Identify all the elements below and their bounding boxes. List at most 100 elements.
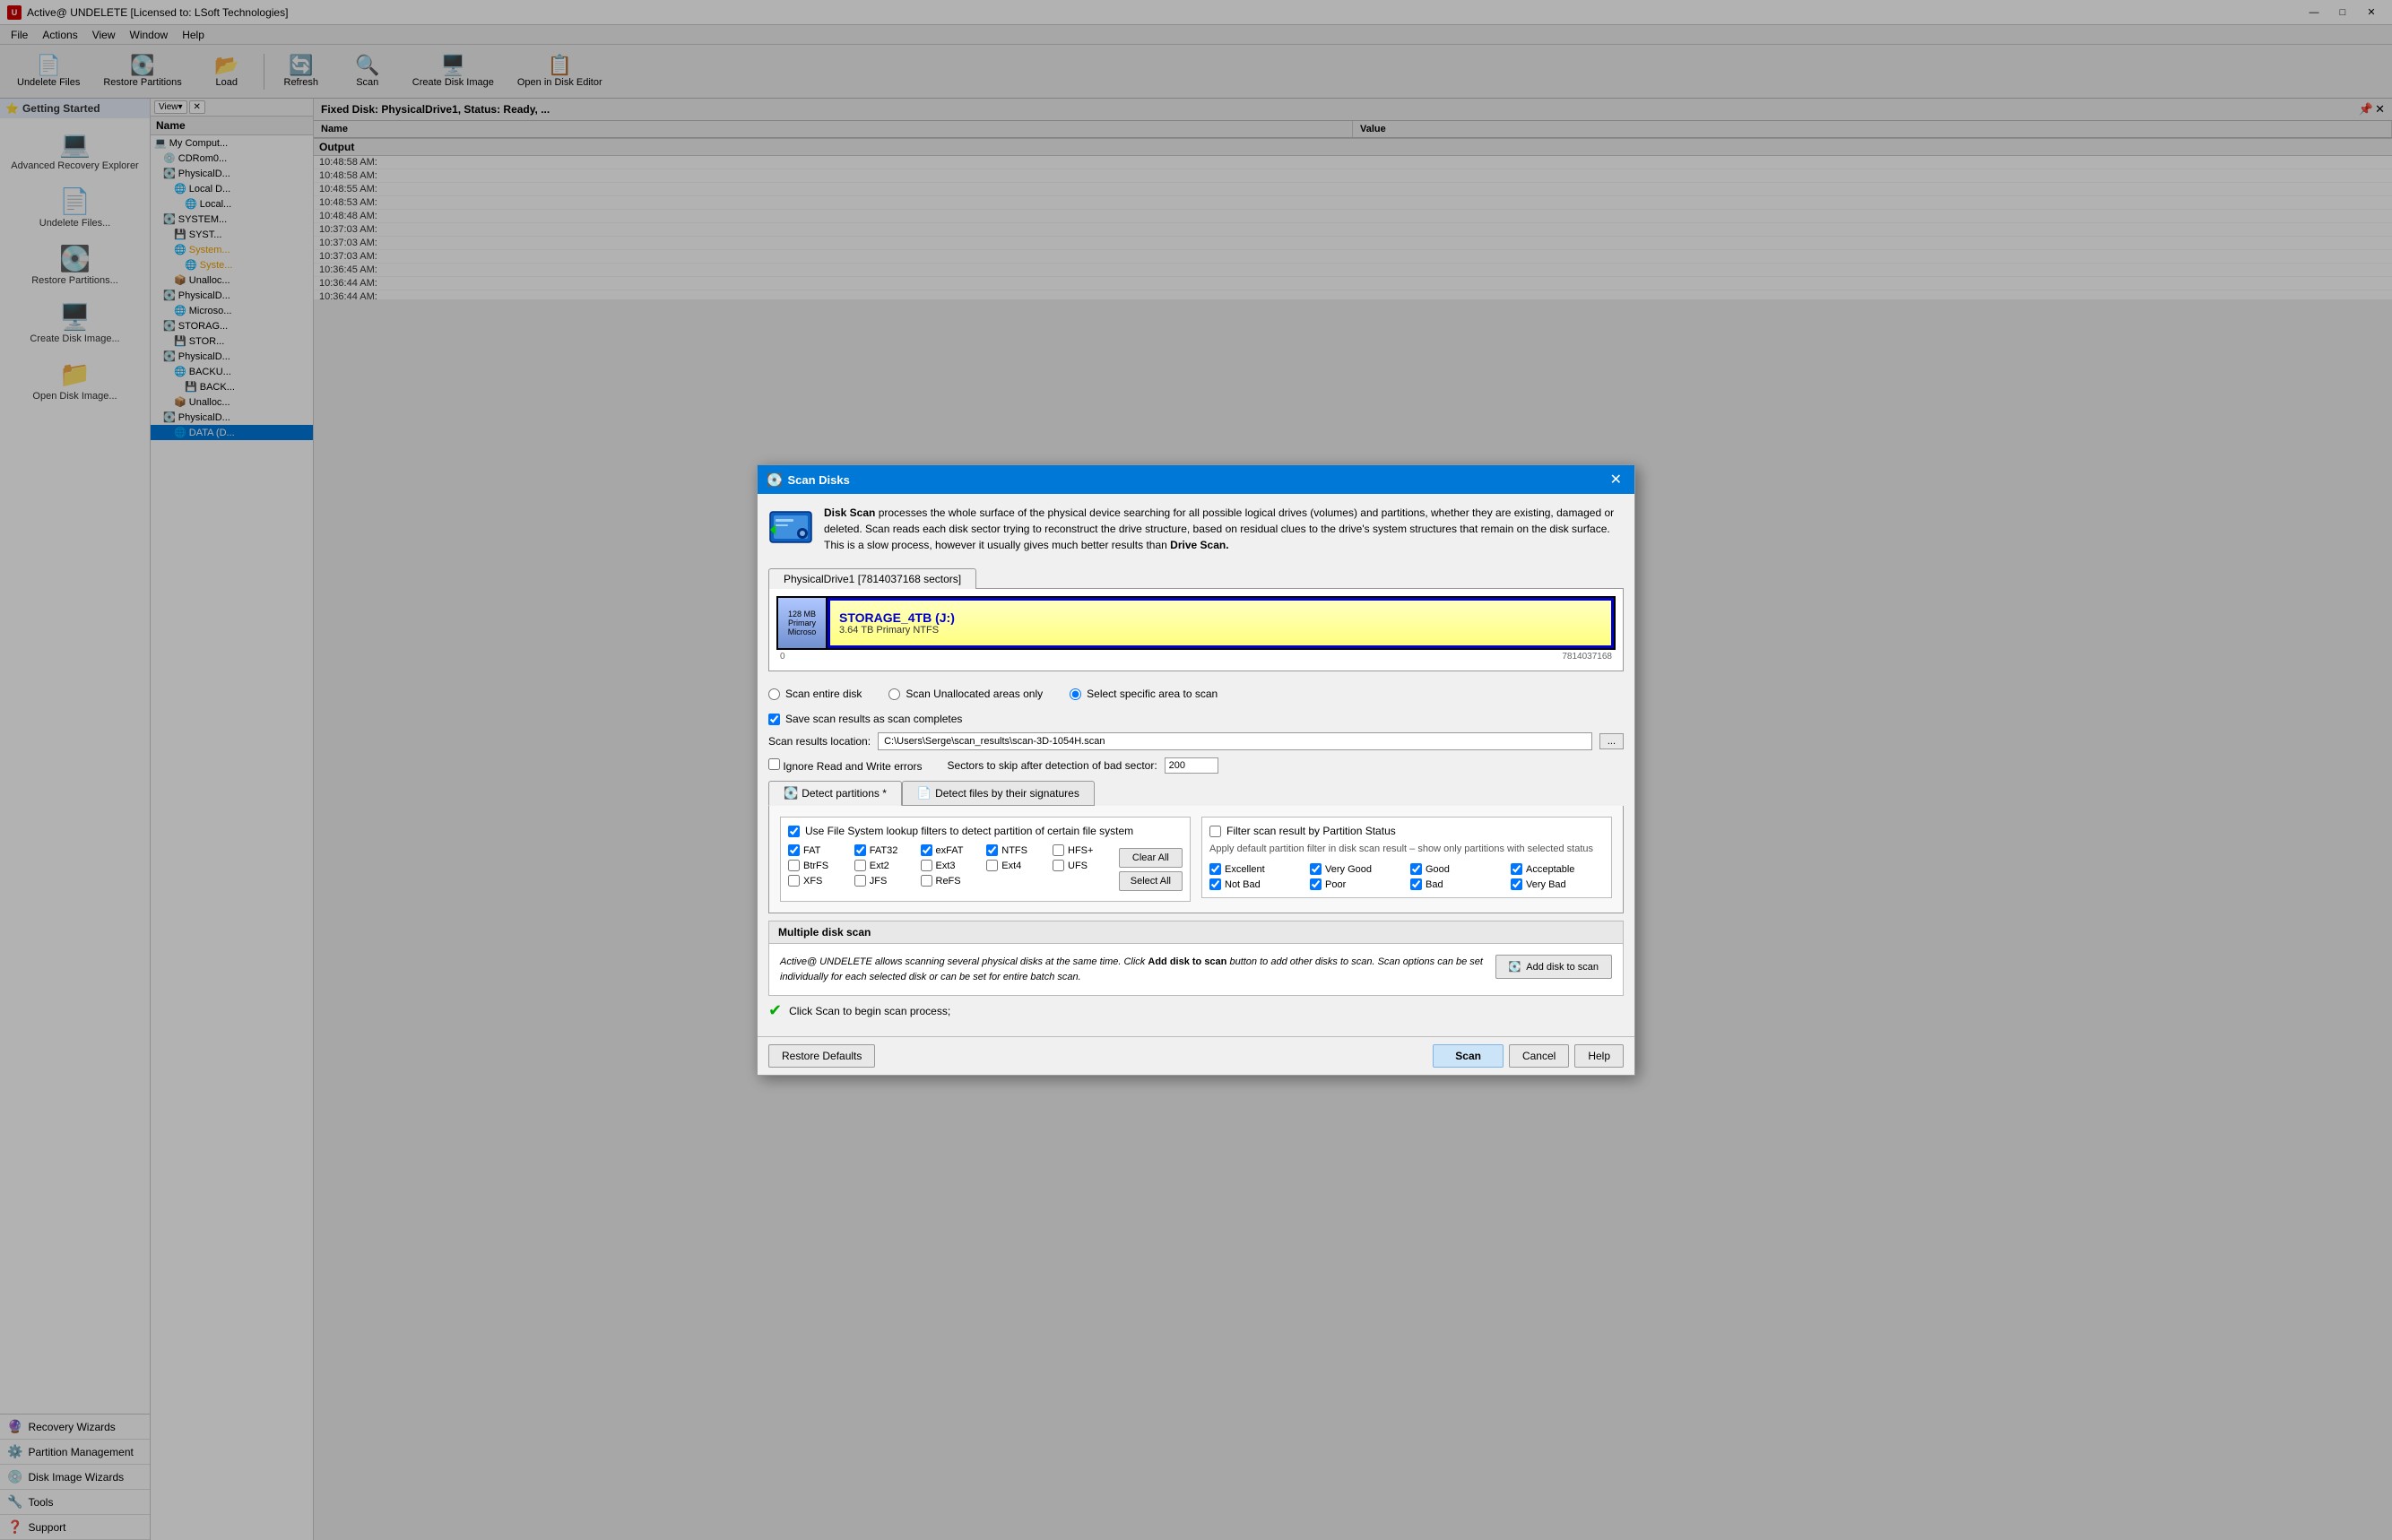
sectors-skip-label: Sectors to skip after detection of bad s… [948, 759, 1157, 772]
ps-good-item[interactable]: Good [1410, 863, 1504, 875]
scan-specific-radio[interactable] [1070, 688, 1081, 700]
tab-detect-partitions[interactable]: 💽 Detect partitions * [768, 781, 902, 806]
multiple-disk-header[interactable]: Multiple disk scan [769, 921, 1623, 944]
fs-exfat-item[interactable]: exFAT [921, 844, 980, 856]
ignore-errors-text: Ignore Read and Write errors [783, 760, 922, 773]
fs-fat32-checkbox[interactable] [854, 844, 866, 856]
fs-main-checkbox: Use File System lookup filters to detect… [788, 825, 1183, 837]
disk-scan-bold-1: Disk Scan [824, 506, 875, 519]
scan-location-input[interactable] [878, 732, 1592, 750]
ps-very-bad-item[interactable]: Very Bad [1511, 878, 1604, 890]
scan-unallocated-radio[interactable] [888, 688, 900, 700]
fs-main-label: Use File System lookup filters to detect… [805, 825, 1133, 837]
dialog-footer: Restore Defaults Scan Cancel Help [758, 1036, 1634, 1075]
tab-detect-partitions-label: Detect partitions * [802, 787, 887, 800]
status-text: Click Scan to begin scan process; [789, 1005, 950, 1017]
disk-partition-small: 128 MB Primary Microso [778, 598, 828, 648]
ps-excellent-checkbox[interactable] [1209, 863, 1221, 875]
save-results-checkbox[interactable] [768, 714, 780, 725]
fs-xfs-item[interactable]: XFS [788, 875, 847, 887]
dialog-close-button[interactable]: ✕ [1607, 471, 1625, 489]
fs-ufs-item[interactable]: UFS [1053, 860, 1112, 871]
tab-detect-files[interactable]: 📄 Detect files by their signatures [902, 781, 1095, 806]
ps-bad-checkbox[interactable] [1410, 878, 1422, 890]
fs-ntfs-item[interactable]: NTFS [986, 844, 1045, 856]
disk-partition-main-desc: 3.64 TB Primary NTFS [839, 625, 1602, 636]
scan-entire-disk-option[interactable]: Scan entire disk [768, 688, 862, 700]
fs-ext4-checkbox[interactable] [986, 860, 998, 871]
fs-ext3-checkbox[interactable] [921, 860, 932, 871]
ps-bad-item[interactable]: Bad [1410, 878, 1504, 890]
ignore-errors-checkbox[interactable] [768, 758, 780, 770]
ps-not-bad-item[interactable]: Not Bad [1209, 878, 1303, 890]
scan-entire-disk-radio[interactable] [768, 688, 780, 700]
ps-acceptable-item[interactable]: Acceptable [1511, 863, 1604, 875]
save-results-label[interactable]: Save scan results as scan completes [768, 713, 962, 725]
scan-dialog-button[interactable]: Scan [1433, 1044, 1504, 1068]
footer-right: Scan Cancel Help [1433, 1044, 1624, 1068]
ignore-errors-label[interactable]: Ignore Read and Write errors [768, 758, 923, 773]
fs-fat-item[interactable]: FAT [788, 844, 847, 856]
clear-all-button[interactable]: Clear All [1119, 848, 1183, 868]
fs-ext4-item[interactable]: Ext4 [986, 860, 1045, 871]
browse-button[interactable]: ... [1599, 733, 1624, 749]
ps-good-checkbox[interactable] [1410, 863, 1422, 875]
fs-jfs-item[interactable]: JFS [854, 875, 914, 887]
ps-very-bad-checkbox[interactable] [1511, 878, 1522, 890]
ps-acceptable-checkbox[interactable] [1511, 863, 1522, 875]
fs-xfs-checkbox[interactable] [788, 875, 800, 887]
fs-refs-item[interactable]: ReFS [921, 875, 980, 887]
tab-detect-partitions-icon: 💽 [784, 786, 798, 800]
ps-not-bad-checkbox[interactable] [1209, 878, 1221, 890]
fs-refs-checkbox[interactable] [921, 875, 932, 887]
ps-main-checkbox[interactable] [1209, 826, 1221, 837]
footer-left: Restore Defaults [768, 1044, 875, 1068]
drive-tab[interactable]: PhysicalDrive1 [7814037168 sectors] [768, 568, 976, 589]
add-disk-label: Add disk to scan [1526, 962, 1599, 973]
ps-very-good-item[interactable]: Very Good [1310, 863, 1403, 875]
status-icon: ✔ [768, 1001, 782, 1020]
disk-visual-container: 128 MB Primary Microso STORAGE_4TB (J:) … [768, 588, 1624, 671]
scan-unallocated-option[interactable]: Scan Unallocated areas only [888, 688, 1043, 700]
save-results-row: Save scan results as scan completes [768, 713, 1624, 725]
add-disk-icon: 💽 [1509, 961, 1521, 973]
restore-defaults-button[interactable]: Restore Defaults [768, 1044, 875, 1068]
fs-fat-checkbox[interactable] [788, 844, 800, 856]
fs-hfsplus-checkbox[interactable] [1053, 844, 1064, 856]
fs-ntfs-checkbox[interactable] [986, 844, 998, 856]
fs-main-checkbox-input[interactable] [788, 826, 800, 837]
select-all-button[interactable]: Select All [1119, 871, 1183, 891]
fs-exfat-checkbox[interactable] [921, 844, 932, 856]
fs-hfsplus-item[interactable]: HFS+ [1053, 844, 1112, 856]
disk-scan-description: Disk Scan processes the whole surface of… [768, 505, 1624, 558]
fs-fat32-item[interactable]: FAT32 [854, 844, 914, 856]
disk-scan-description-text: Disk Scan processes the whole surface of… [824, 505, 1624, 553]
drive-tab-container: PhysicalDrive1 [7814037168 sectors] [768, 568, 1624, 588]
add-disk-button[interactable]: 💽 Add disk to scan [1495, 955, 1612, 979]
fs-ufs-checkbox[interactable] [1053, 860, 1064, 871]
inner-tab-content: Use File System lookup filters to detect… [768, 806, 1624, 913]
scan-specific-option[interactable]: Select specific area to scan [1070, 688, 1218, 700]
ps-excellent-item[interactable]: Excellent [1209, 863, 1303, 875]
fs-btrfs-checkbox[interactable] [788, 860, 800, 871]
inner-tabs: 💽 Detect partitions * 📄 Detect files by … [768, 781, 1624, 806]
fs-items-grid: FAT FAT32 exFAT NTFS HFS+ BtrFS Ext2 Ext… [788, 844, 1112, 894]
cancel-dialog-button[interactable]: Cancel [1509, 1044, 1569, 1068]
fs-ext2-item[interactable]: Ext2 [854, 860, 914, 871]
ps-poor-checkbox[interactable] [1310, 878, 1322, 890]
ps-very-good-checkbox[interactable] [1310, 863, 1322, 875]
disk-scan-bold-2: Drive Scan. [1170, 539, 1228, 551]
ps-header: Filter scan result by Partition Status [1209, 825, 1604, 837]
fs-ext2-checkbox[interactable] [854, 860, 866, 871]
fs-btrfs-item[interactable]: BtrFS [788, 860, 847, 871]
help-dialog-button[interactable]: Help [1574, 1044, 1624, 1068]
multiple-disk-text: Active@ UNDELETE allows scanning several… [780, 955, 1485, 984]
fs-jfs-checkbox[interactable] [854, 875, 866, 887]
save-results-text: Save scan results as scan completes [785, 713, 962, 725]
fs-ext3-item[interactable]: Ext3 [921, 860, 980, 871]
multi-disk-bold: Add disk to scan [1148, 956, 1226, 967]
desc-disk-icon [768, 505, 813, 558]
sectors-skip-input[interactable] [1165, 757, 1218, 774]
ignore-errors-row: Ignore Read and Write errors Sectors to … [768, 757, 1624, 774]
ps-poor-item[interactable]: Poor [1310, 878, 1403, 890]
